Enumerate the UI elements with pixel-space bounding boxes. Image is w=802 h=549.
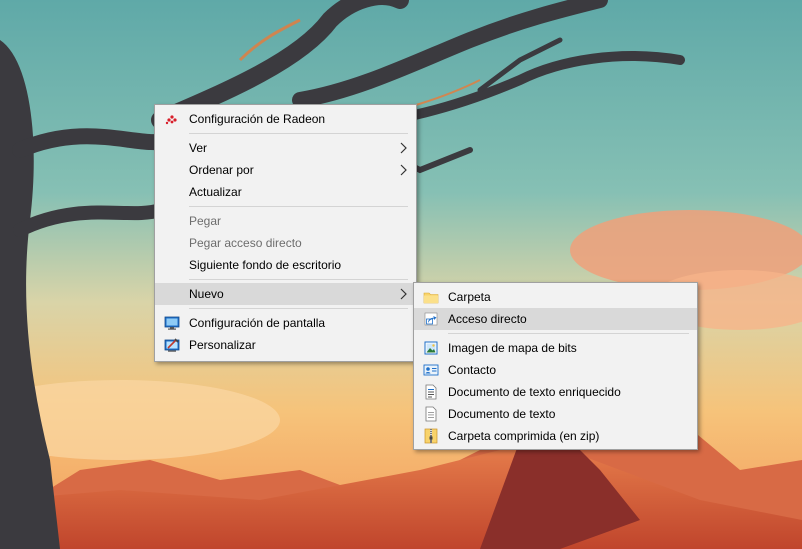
menu-item-personalizar[interactable]: Personalizar bbox=[155, 334, 416, 356]
menu-item-radeon-settings[interactable]: Configuración de Radeon bbox=[155, 108, 416, 130]
shortcut-icon bbox=[423, 311, 439, 327]
text-document-icon bbox=[423, 406, 439, 422]
display-settings-icon bbox=[164, 315, 180, 331]
menu-item-label: Documento de texto enriquecido bbox=[448, 385, 621, 399]
menu-item-label: Siguiente fondo de escritorio bbox=[189, 258, 342, 272]
menu-separator bbox=[189, 133, 408, 134]
menu-separator bbox=[189, 308, 408, 309]
menu-item-ver[interactable]: Ver bbox=[155, 137, 416, 159]
rich-text-document-icon bbox=[423, 384, 439, 400]
submenu-item-bitmap[interactable]: Imagen de mapa de bits bbox=[414, 337, 697, 359]
personalize-icon bbox=[164, 337, 180, 353]
menu-item-ordenar-por[interactable]: Ordenar por bbox=[155, 159, 416, 181]
menu-separator bbox=[189, 206, 408, 207]
menu-item-pegar-acceso-directo: Pegar acceso directo bbox=[155, 232, 416, 254]
submenu-item-acceso-directo[interactable]: Acceso directo bbox=[414, 308, 697, 330]
menu-item-label: Ver bbox=[189, 141, 208, 155]
menu-item-label: Personalizar bbox=[189, 338, 256, 352]
menu-item-label: Nuevo bbox=[189, 287, 224, 301]
menu-item-label: Acceso directo bbox=[448, 312, 527, 326]
folder-icon bbox=[423, 289, 439, 305]
menu-item-display-settings[interactable]: Configuración de pantalla bbox=[155, 312, 416, 334]
menu-item-pegar: Pegar bbox=[155, 210, 416, 232]
menu-item-label: Carpeta bbox=[448, 290, 491, 304]
submenu-item-contacto[interactable]: Contacto bbox=[414, 359, 697, 381]
chevron-right-icon bbox=[400, 288, 408, 300]
chevron-right-icon bbox=[400, 142, 408, 154]
menu-item-label: Configuración de Radeon bbox=[189, 112, 326, 126]
menu-item-label: Documento de texto bbox=[448, 407, 556, 421]
submenu-item-carpeta[interactable]: Carpeta bbox=[414, 286, 697, 308]
bitmap-icon bbox=[423, 340, 439, 356]
menu-item-label: Imagen de mapa de bits bbox=[448, 341, 577, 355]
menu-separator bbox=[189, 279, 408, 280]
menu-item-label: Pegar bbox=[189, 214, 222, 228]
desktop-context-menu: Configuración de Radeon Ver Ordenar por … bbox=[154, 104, 417, 362]
menu-item-actualizar[interactable]: Actualizar bbox=[155, 181, 416, 203]
menu-item-label: Contacto bbox=[448, 363, 497, 377]
radeon-icon bbox=[164, 111, 180, 127]
menu-item-label: Actualizar bbox=[189, 185, 242, 199]
menu-item-nuevo[interactable]: Nuevo bbox=[155, 283, 416, 305]
menu-item-label: Pegar acceso directo bbox=[189, 236, 302, 250]
menu-item-label: Carpeta comprimida (en zip) bbox=[448, 429, 600, 443]
submenu-item-rich-text[interactable]: Documento de texto enriquecido bbox=[414, 381, 697, 403]
menu-separator bbox=[448, 333, 689, 334]
menu-item-label: Configuración de pantalla bbox=[189, 316, 326, 330]
contact-icon bbox=[423, 362, 439, 378]
submenu-item-text-document[interactable]: Documento de texto bbox=[414, 403, 697, 425]
chevron-right-icon bbox=[400, 164, 408, 176]
menu-item-siguiente-fondo[interactable]: Siguiente fondo de escritorio bbox=[155, 254, 416, 276]
menu-item-label: Ordenar por bbox=[189, 163, 254, 177]
zip-folder-icon bbox=[423, 428, 439, 444]
submenu-item-zip-folder[interactable]: Carpeta comprimida (en zip) bbox=[414, 425, 697, 447]
nuevo-submenu: Carpeta Acceso directo Imagen de mapa de… bbox=[413, 282, 698, 450]
